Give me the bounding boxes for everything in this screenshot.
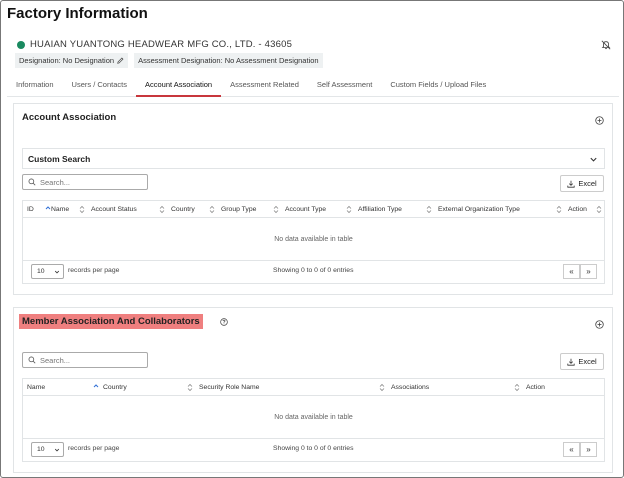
custom-search-toggle[interactable]: Custom Search: [22, 148, 605, 169]
records-per-page-label: records per page: [68, 267, 120, 274]
next-page-button[interactable]: »: [580, 442, 597, 457]
search-input[interactable]: [40, 177, 140, 187]
sort-icon: [426, 205, 432, 213]
sort-icon: [556, 205, 562, 213]
tab-information[interactable]: Information: [7, 77, 63, 97]
designations: Designation: No Designation Assessment D…: [15, 53, 323, 68]
tab-bar: Information Users / Contacts Account Ass…: [7, 77, 619, 97]
sort-icon: [596, 205, 602, 213]
factory-name-row: HUAIAN YUANTONG HEADWEAR MFG CO., LTD. -…: [17, 39, 292, 50]
excel-label: Excel: [578, 179, 597, 188]
status-dot-icon: [17, 40, 25, 49]
column-header-country[interactable]: Country: [167, 201, 217, 218]
excel-export-button[interactable]: Excel: [560, 175, 604, 192]
records-per-page-select[interactable]: 10: [31, 442, 64, 457]
account-table: ID Name Account Status Country Group Typ…: [22, 200, 605, 284]
member-table: Name Country Security Role Name Associat…: [22, 378, 605, 462]
member-association-panel: Member Association And Collaborators Exc…: [13, 307, 613, 473]
panel-title: Account Association: [22, 112, 117, 123]
sort-icon: [514, 383, 520, 391]
tab-users-contacts[interactable]: Users / Contacts: [63, 77, 136, 97]
pagination: « »: [563, 442, 597, 457]
column-header-account-type[interactable]: Account Type: [281, 201, 354, 218]
showing-entries-text: Showing 0 to 0 of 0 entries: [273, 445, 354, 452]
sort-icon: [187, 383, 193, 391]
table-header: ID Name Account Status Country Group Typ…: [23, 201, 604, 218]
tab-self-assessment[interactable]: Self Assessment: [308, 77, 381, 97]
search-icon: [28, 356, 36, 364]
search-input[interactable]: [40, 355, 140, 365]
add-circle-icon[interactable]: [595, 116, 604, 125]
excel-label: Excel: [578, 357, 597, 366]
add-circle-icon[interactable]: [595, 320, 604, 329]
chevron-down-icon: [590, 157, 597, 162]
column-header-account-status[interactable]: Account Status: [87, 201, 167, 218]
download-icon: [567, 358, 575, 366]
search-box: [22, 174, 148, 190]
tab-assessment-related[interactable]: Assessment Related: [221, 77, 308, 97]
custom-search-label: Custom Search: [28, 154, 91, 164]
column-header-action[interactable]: Action: [522, 379, 604, 396]
assessment-designation-text: Assessment Designation: No Assessment De…: [138, 56, 319, 65]
sort-icon: [273, 205, 279, 213]
pagination: « »: [563, 264, 597, 279]
factory-header: HUAIAN YUANTONG HEADWEAR MFG CO., LTD. -…: [7, 34, 619, 98]
column-header-country[interactable]: Country: [91, 379, 195, 396]
table-footer: 10 records per page Showing 0 to 0 of 0 …: [23, 261, 604, 283]
records-per-page-label: records per page: [68, 445, 120, 452]
help-circle-icon[interactable]: [220, 318, 228, 326]
empty-table-message: No data available in table: [23, 218, 604, 261]
download-icon: [567, 180, 575, 188]
search-box: [22, 352, 148, 368]
column-header-name[interactable]: Name: [47, 201, 87, 218]
column-header-group-type[interactable]: Group Type: [217, 201, 281, 218]
column-header-name[interactable]: Name: [23, 379, 91, 396]
records-per-page-select[interactable]: 10: [31, 264, 64, 279]
factory-name: HUAIAN YUANTONG HEADWEAR MFG CO., LTD. -…: [30, 39, 293, 50]
column-header-associations[interactable]: Associations: [387, 379, 522, 396]
column-header-id[interactable]: ID: [23, 201, 51, 218]
column-header-action[interactable]: Action: [564, 201, 604, 218]
sort-icon: [379, 383, 385, 391]
tab-account-association[interactable]: Account Association: [135, 77, 222, 97]
sort-icon: [346, 205, 352, 213]
chevron-down-icon: [54, 270, 60, 274]
panel-title: Member Association And Collaborators: [19, 314, 203, 329]
empty-table-message: No data available in table: [23, 396, 604, 439]
tab-custom-fields-upload[interactable]: Custom Fields / Upload Files: [381, 77, 495, 97]
chevron-down-icon: [54, 448, 60, 452]
table-footer: 10 records per page Showing 0 to 0 of 0 …: [23, 439, 604, 461]
account-association-panel: Account Association Custom Search Excel …: [13, 103, 613, 295]
designation-text: Designation: No Designation: [19, 56, 115, 65]
sort-icon: [209, 205, 215, 213]
designation-badge: Designation: No Designation: [15, 53, 129, 68]
assessment-designation-badge: Assessment Designation: No Assessment De…: [134, 53, 323, 68]
column-header-security-role[interactable]: Security Role Name: [195, 379, 387, 396]
window-frame: Factory Information HUAIAN YUANTONG HEAD…: [0, 0, 624, 478]
page-title: Factory Information: [7, 5, 148, 22]
excel-export-button[interactable]: Excel: [560, 353, 604, 370]
table-header: Name Country Security Role Name Associat…: [23, 379, 604, 396]
edit-pencil-icon[interactable]: [117, 57, 124, 64]
bell-off-icon[interactable]: [601, 40, 611, 50]
prev-page-button[interactable]: «: [563, 264, 580, 279]
column-header-external-org-type[interactable]: External Organization Type: [434, 201, 564, 218]
sort-icon: [79, 205, 85, 213]
prev-page-button[interactable]: «: [563, 442, 580, 457]
next-page-button[interactable]: »: [580, 264, 597, 279]
search-icon: [28, 178, 36, 186]
sort-asc-icon: [93, 383, 99, 387]
column-header-affiliation-type[interactable]: Affiliation Type: [354, 201, 434, 218]
showing-entries-text: Showing 0 to 0 of 0 entries: [273, 267, 354, 274]
sort-icon: [159, 205, 165, 213]
